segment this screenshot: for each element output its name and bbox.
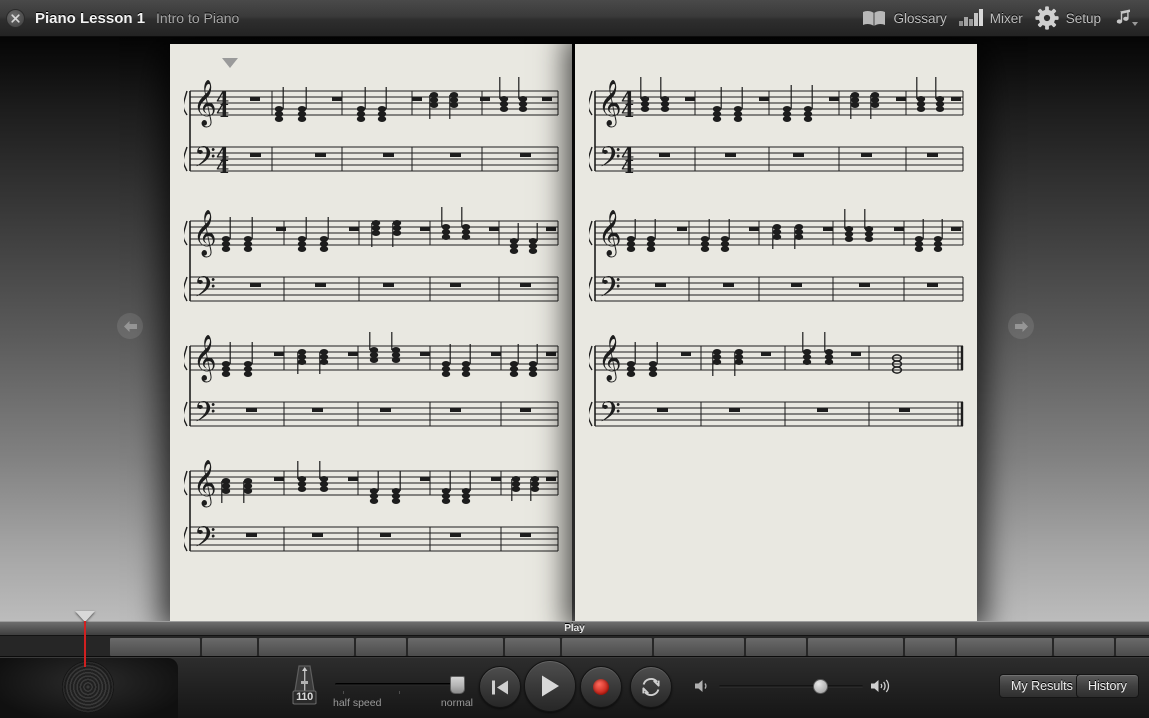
volume-low-icon	[695, 680, 707, 692]
my-results-button[interactable]: My Results	[999, 674, 1085, 698]
metronome-button[interactable]: 110	[289, 663, 320, 709]
app-root: Piano Lesson 1 Intro to Piano Glossary M…	[0, 0, 1149, 718]
book-icon	[863, 10, 886, 26]
play-status-bar: Play	[0, 621, 1149, 635]
play-icon	[542, 675, 559, 697]
svg-text:4: 4	[621, 156, 634, 178]
timeline-segment[interactable]	[1054, 638, 1114, 656]
svg-text:𝄢: 𝄢	[194, 521, 216, 559]
score-page-2[interactable]: 𝄞 𝄢 4 4 4 4 𝄞 𝄢 𝄞 𝄢	[575, 44, 977, 621]
svg-text:𝄞: 𝄞	[193, 210, 217, 258]
staff-system: 𝄞 𝄢	[184, 324, 559, 434]
music-note-menu-icon	[1116, 9, 1138, 26]
music-menu-button[interactable]	[1107, 0, 1145, 36]
timeline-segment[interactable]	[1116, 638, 1149, 656]
svg-text:𝄞: 𝄞	[598, 335, 622, 383]
toolbar-actions: Glossary Mixer Setup	[856, 0, 1149, 36]
svg-text:4: 4	[216, 100, 229, 122]
svg-text:𝄞: 𝄞	[193, 335, 217, 383]
equalizer-icon	[958, 9, 983, 26]
timeline-segment[interactable]	[905, 638, 955, 656]
staff-system: 𝄞 𝄢 4 4 4 4	[184, 69, 559, 179]
staff-system-final: 𝄞 𝄢	[589, 324, 964, 434]
speaker-grille-icon	[62, 661, 114, 713]
svg-text:𝄢: 𝄢	[599, 271, 621, 309]
timeline-segment[interactable]	[808, 638, 903, 656]
staff-system: 𝄞 𝄢 4 4 4 4	[589, 69, 964, 179]
svg-text:𝄢: 𝄢	[194, 396, 216, 434]
glossary-button[interactable]: Glossary	[856, 0, 952, 36]
timeline-segment[interactable]	[259, 638, 354, 656]
svg-text:𝄞: 𝄞	[598, 210, 622, 258]
svg-text:𝄢: 𝄢	[194, 141, 216, 179]
speaker-well	[0, 658, 178, 718]
loop-icon	[642, 678, 660, 696]
speed-min-label: half speed	[333, 697, 382, 709]
setup-button[interactable]: Setup	[1029, 0, 1107, 36]
svg-text:𝄢: 𝄢	[599, 396, 621, 434]
arrow-right-icon	[1014, 320, 1028, 332]
record-button[interactable]	[580, 666, 622, 708]
history-button[interactable]: History	[1076, 674, 1139, 698]
speed-slider-track[interactable]	[335, 683, 465, 686]
svg-text:𝄞: 𝄞	[193, 80, 217, 128]
next-page-button[interactable]	[1008, 313, 1034, 339]
arrow-left-icon	[123, 320, 137, 332]
speed-tick	[343, 691, 344, 694]
svg-text:4: 4	[621, 100, 634, 122]
playback-position-marker	[222, 58, 238, 68]
loop-button[interactable]	[630, 666, 672, 708]
timeline-segment[interactable]	[654, 638, 744, 656]
timeline-segment[interactable]	[110, 638, 200, 656]
setup-label: Setup	[1065, 10, 1101, 26]
svg-text:𝄞: 𝄞	[193, 460, 217, 508]
playhead-line	[84, 621, 86, 667]
timeline-segment[interactable]	[746, 638, 806, 656]
timeline-segments[interactable]	[110, 638, 1149, 656]
svg-text:𝄞: 𝄞	[598, 80, 622, 128]
volume-slider-knob[interactable]	[813, 679, 828, 694]
volume-slider-track[interactable]	[719, 685, 863, 688]
volume-high-icon	[871, 679, 890, 693]
svg-text:𝄢: 𝄢	[194, 271, 216, 309]
timeline-segment[interactable]	[202, 638, 257, 656]
timeline-segment[interactable]	[408, 638, 503, 656]
close-button[interactable]	[6, 8, 25, 28]
staff-system: 𝄞 𝄢	[589, 199, 964, 309]
play-button[interactable]	[524, 660, 576, 712]
score-page-1[interactable]: 𝄞 𝄢 4 4 4 4 𝄞 𝄢 𝄞 𝄢 𝄞 𝄢	[170, 44, 572, 621]
speed-tick	[399, 691, 400, 694]
rewind-button[interactable]	[479, 666, 521, 708]
score-stage: 𝄞 𝄢 4 4 4 4 𝄞 𝄢 𝄞 𝄢 𝄞 𝄢 𝄞 𝄢 4 4 4 4 𝄞 𝄢 …	[0, 37, 1149, 621]
speed-max-label: normal	[440, 697, 473, 709]
timeline-segment[interactable]	[957, 638, 1052, 656]
timeline-segment[interactable]	[356, 638, 406, 656]
play-status-label: Play	[564, 623, 585, 634]
timeline-track[interactable]	[0, 635, 1149, 657]
mixer-label: Mixer	[989, 10, 1023, 26]
close-x-icon	[11, 13, 20, 23]
timeline-segment[interactable]	[505, 638, 560, 656]
staff-system: 𝄞 𝄢	[184, 449, 559, 559]
mixer-button[interactable]: Mixer	[953, 0, 1029, 36]
gear-icon	[1035, 6, 1059, 30]
metronome-bpm-value: 110	[296, 691, 313, 703]
top-toolbar: Piano Lesson 1 Intro to Piano Glossary M…	[0, 0, 1149, 37]
previous-page-button[interactable]	[117, 313, 143, 339]
staff-system: 𝄞 𝄢	[184, 199, 559, 309]
glossary-label: Glossary	[893, 10, 947, 26]
record-icon	[593, 679, 609, 695]
lesson-subtitle: Intro to Piano	[156, 10, 240, 26]
speed-slider-knob[interactable]	[450, 676, 465, 694]
svg-text:𝄢: 𝄢	[599, 141, 621, 179]
playhead[interactable]	[75, 611, 95, 667]
page-title: Piano Lesson 1	[35, 9, 146, 27]
svg-text:4: 4	[216, 156, 229, 178]
rewind-to-start-icon	[492, 680, 508, 694]
timeline-segment[interactable]	[562, 638, 652, 656]
